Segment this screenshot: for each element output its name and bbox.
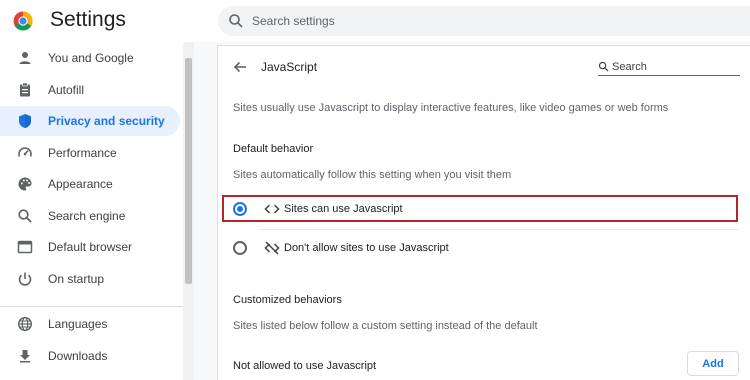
search-icon (598, 61, 609, 72)
sidebar-item-you-and-google[interactable]: You and Google (0, 43, 180, 73)
sidebar-item-label: Performance (48, 146, 117, 160)
not-allowed-label: Not allowed to use Javascript (233, 360, 377, 372)
option-allow-javascript[interactable]: Sites can use Javascript (222, 195, 738, 222)
search-icon (18, 209, 32, 223)
block-javascript-radio[interactable] (233, 241, 247, 255)
sidebar-item-label: Languages (48, 317, 108, 331)
back-arrow-icon[interactable] (232, 59, 248, 75)
sidebar-item-downloads[interactable]: Downloads (0, 341, 180, 371)
sidebar-item-label: Downloads (48, 349, 108, 363)
chrome-logo-icon (13, 11, 33, 31)
shield-icon (19, 114, 31, 128)
clipboard-icon (20, 82, 30, 97)
default-behavior-title: Default behavior (233, 143, 314, 155)
allow-javascript-radio[interactable] (233, 202, 247, 216)
sidebar-item-label: Autofill (48, 83, 85, 97)
sidebar-item-label: Search engine (48, 209, 126, 223)
sidebar-item-search-engine[interactable]: Search engine (0, 201, 180, 231)
option-block-javascript[interactable]: Don't allow sites to use Javascript (222, 234, 738, 261)
settings-search-box[interactable] (218, 6, 750, 36)
sidebar-item-label: You and Google (48, 51, 134, 65)
person-icon (19, 52, 31, 64)
sidebar-item-privacy-and-security[interactable]: Privacy and security (0, 106, 180, 136)
page-description: Sites usually use Javascript to display … (233, 102, 669, 114)
speedometer-icon (18, 147, 32, 157)
block-javascript-label: Don't allow sites to use Javascript (284, 242, 449, 254)
javascript-settings-card: JavaScript Sites usually use Javascript … (217, 45, 750, 380)
default-behavior-subtitle: Sites automatically follow this setting … (233, 169, 512, 181)
sidebar-item-on-startup[interactable]: On startup (0, 264, 180, 294)
sidebar-item-label: On startup (48, 272, 105, 286)
option-divider (258, 229, 739, 230)
sidebar-item-label: Default browser (48, 240, 133, 254)
scrollbar-thumb[interactable] (185, 58, 192, 284)
sidebar-scrollbar[interactable] (183, 42, 194, 380)
customized-behaviors-title: Customized behaviors (233, 294, 342, 306)
sidebar-divider (0, 306, 183, 307)
download-icon (20, 350, 30, 363)
power-icon (18, 272, 32, 286)
globe-icon (17, 316, 33, 332)
search-icon (229, 14, 243, 28)
sidebar-item-appearance[interactable]: Appearance (0, 169, 180, 199)
add-site-button[interactable]: Add (687, 351, 739, 376)
customized-behaviors-subtitle: Sites listed below follow a custom setti… (233, 320, 538, 332)
sidebar-item-autofill[interactable]: Autofill (0, 75, 180, 105)
sidebar-item-label: Appearance (48, 177, 113, 191)
code-off-icon (264, 241, 280, 255)
sidebar-item-label: Privacy and security (48, 114, 165, 128)
sidebar-item-default-browser[interactable]: Default browser (0, 232, 180, 262)
page-title: JavaScript (261, 60, 318, 74)
palette-icon (18, 177, 32, 191)
settings-search-input[interactable] (252, 6, 732, 36)
sidebar-item-languages[interactable]: Languages (0, 309, 180, 339)
code-brackets-icon (264, 204, 280, 214)
app-title: Settings (50, 8, 126, 31)
page-search-input[interactable] (612, 58, 738, 75)
top-toolbar: Settings (0, 0, 750, 42)
allow-javascript-label: Sites can use Javascript (284, 203, 403, 215)
sidebar: You and Google Autofill Privacy and secu… (0, 42, 183, 380)
sidebar-item-performance[interactable]: Performance (0, 138, 180, 168)
browser-window-icon (17, 240, 33, 254)
page-search-box[interactable] (598, 58, 740, 76)
